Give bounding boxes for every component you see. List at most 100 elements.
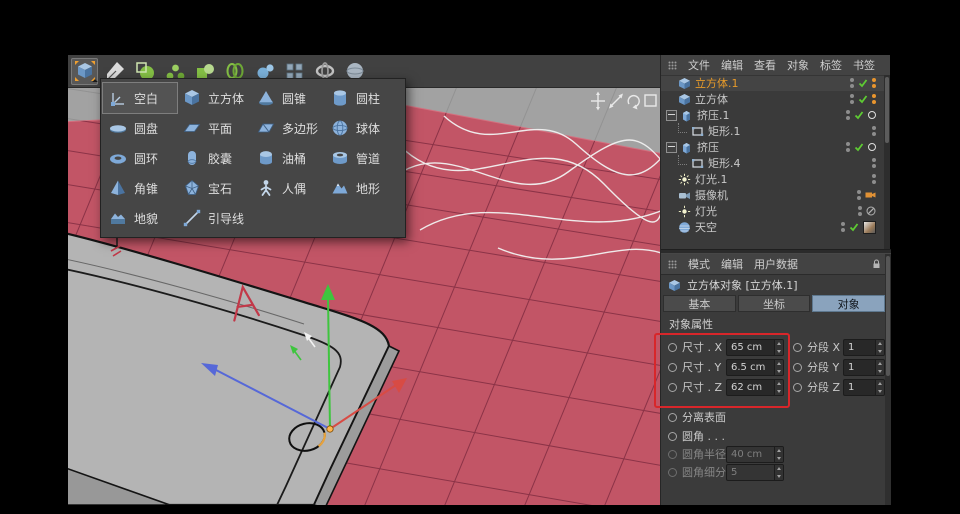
keyframe-ring-icon[interactable] (793, 383, 802, 392)
object-row-extrude1[interactable]: 挤压.1 (661, 107, 885, 123)
palette-item-oiltank[interactable]: 油桶 (251, 143, 325, 173)
keyframe-ring-icon[interactable] (668, 413, 677, 422)
disabled-slash-icon[interactable] (866, 206, 876, 216)
palette-item-disc[interactable]: 圆盘 (103, 113, 177, 143)
keyframe-ring-icon (668, 450, 677, 459)
spinner[interactable] (774, 360, 783, 375)
visibility-dots[interactable] (841, 222, 845, 232)
panel-grid-icon[interactable] (668, 260, 677, 269)
visibility-dots[interactable] (857, 190, 861, 200)
visibility-dots[interactable] (872, 174, 876, 184)
tab-object[interactable]: 对象 (812, 295, 885, 312)
sky-icon (678, 221, 691, 234)
palette-item-capsule[interactable]: 胶囊 (177, 143, 251, 173)
keyframe-ring-icon[interactable] (668, 343, 677, 352)
visibility-dots[interactable] (846, 142, 850, 152)
visibility-dots[interactable] (850, 78, 854, 88)
visibility-dots[interactable] (846, 110, 850, 120)
palette-item-platonic[interactable]: 宝石 (177, 173, 251, 203)
am-menu-edit[interactable]: 编辑 (721, 256, 743, 272)
om-menu-file[interactable]: 文件 (688, 57, 710, 73)
object-row-sky[interactable]: 天空 (661, 219, 885, 235)
om-menu-bookmarks[interactable]: 书签 (853, 57, 875, 73)
property-row-fillet[interactable]: 圆角 . . . (661, 427, 891, 445)
phong-tag-icon[interactable] (868, 111, 876, 119)
object-row-cube[interactable]: 立方体 (661, 91, 885, 107)
om-menu-object[interactable]: 对象 (787, 57, 809, 73)
layer-dots[interactable] (872, 94, 876, 104)
segments-x-input[interactable]: 1 (843, 339, 885, 356)
size-x-input[interactable]: 65 cm (726, 339, 784, 356)
enabled-check-icon[interactable] (854, 110, 864, 120)
expander-icon[interactable] (666, 110, 677, 121)
enabled-check-icon[interactable] (854, 142, 864, 152)
segments-z-input[interactable]: 1 (843, 379, 885, 396)
active-camera-icon[interactable] (865, 190, 876, 200)
palette-item-cone[interactable]: 圆锥 (251, 83, 325, 113)
material-thumbnail[interactable] (863, 221, 876, 234)
lock-icon[interactable] (872, 259, 881, 269)
spinner[interactable] (875, 360, 884, 375)
sphere-icon (330, 118, 350, 138)
visibility-dots[interactable] (850, 94, 854, 104)
object-row-extrude[interactable]: 挤压 (661, 139, 885, 155)
guide-icon (182, 208, 202, 228)
visibility-dots[interactable] (858, 206, 862, 216)
expander-icon[interactable] (666, 142, 677, 153)
om-menu-tags[interactable]: 标签 (820, 57, 842, 73)
om-menu-view[interactable]: 查看 (754, 57, 776, 73)
am-menu-mode[interactable]: 模式 (688, 256, 710, 272)
spinner[interactable] (774, 340, 783, 355)
palette-item-landscape[interactable]: 地形 (325, 173, 399, 203)
right-panel: 文件 编辑 查看 对象 标签 书签 立方体.1 (660, 55, 890, 505)
palette-item-pyramid[interactable]: 角锥 (103, 173, 177, 203)
palette-item-torus[interactable]: 圆环 (103, 143, 177, 173)
object-row-camera[interactable]: 摄像机 (661, 187, 885, 203)
spinner[interactable] (875, 340, 884, 355)
om-menu-edit[interactable]: 编辑 (721, 57, 743, 73)
object-row-rect1[interactable]: 矩形.1 (661, 123, 885, 139)
enabled-check-icon[interactable] (858, 78, 868, 88)
keyframe-ring-icon[interactable] (668, 432, 677, 441)
attribute-scrollbar[interactable] (885, 254, 891, 505)
visibility-dots[interactable] (872, 158, 876, 168)
palette-item-figure[interactable]: 人偶 (251, 173, 325, 203)
palette-item-sphere[interactable]: 球体 (325, 113, 399, 143)
size-z-input[interactable]: 62 cm (726, 379, 784, 396)
enabled-check-icon[interactable] (849, 222, 859, 232)
object-row-light1[interactable]: 灯光.1 (661, 171, 885, 187)
property-row-separate-surfaces[interactable]: 分离表面 (661, 408, 891, 426)
gizmo-origin[interactable] (327, 426, 333, 432)
enabled-check-icon[interactable] (858, 94, 868, 104)
object-row-rect4[interactable]: 矩形.4 (661, 155, 885, 171)
object-row-cube1[interactable]: 立方体.1 (661, 75, 885, 91)
palette-item-guide[interactable]: 引导线 (177, 203, 251, 233)
object-manager-scrollbar[interactable] (884, 75, 890, 249)
keyframe-ring-icon[interactable] (668, 363, 677, 372)
palette-label: 胶囊 (208, 150, 232, 167)
am-menu-userdata[interactable]: 用户数据 (754, 256, 798, 272)
keyframe-ring-icon[interactable] (668, 383, 677, 392)
palette-item-relief[interactable]: 地貌 (103, 203, 177, 233)
palette-item-null[interactable]: 空白 (103, 83, 177, 113)
keyframe-ring-icon[interactable] (793, 363, 802, 372)
keyframe-ring-icon[interactable] (793, 343, 802, 352)
object-name: 天空 (695, 219, 717, 235)
panel-grid-icon[interactable] (668, 61, 677, 70)
palette-item-cylinder[interactable]: 圆柱 (325, 83, 399, 113)
palette-item-polygon[interactable]: 多边形 (251, 113, 325, 143)
layer-dots[interactable] (872, 78, 876, 88)
segments-y-input[interactable]: 1 (843, 359, 885, 376)
tab-coordinates[interactable]: 坐标 (738, 295, 811, 312)
spinner[interactable] (774, 380, 783, 395)
tab-basic[interactable]: 基本 (663, 295, 736, 312)
phong-tag-icon[interactable] (868, 143, 876, 151)
add-primitive-cube-tool[interactable] (71, 58, 98, 85)
palette-item-cube[interactable]: 立方体 (177, 83, 251, 113)
visibility-dots[interactable] (872, 126, 876, 136)
palette-item-plane[interactable]: 平面 (177, 113, 251, 143)
spinner[interactable] (875, 380, 884, 395)
size-y-input[interactable]: 6.5 cm (726, 359, 784, 376)
palette-item-tube[interactable]: 管道 (325, 143, 399, 173)
object-row-light[interactable]: 灯光 (661, 203, 885, 219)
